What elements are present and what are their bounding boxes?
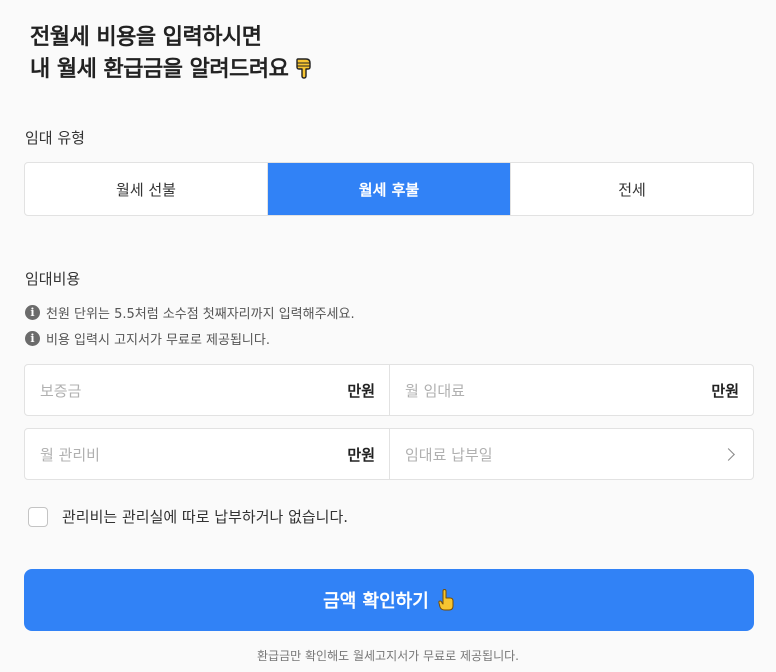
monthly-rent-placeholder: 월 임대료	[405, 381, 465, 400]
info-icon: i	[25, 305, 40, 320]
bill-provided-note-text: 비용 입력시 고지서가 무료로 제공됩니다.	[46, 333, 270, 348]
hand-pointing-down-icon	[296, 58, 312, 79]
headline-line-1: 전월세 비용을 입력하시면	[30, 25, 262, 50]
deposit-placeholder: 보증금	[40, 381, 82, 400]
decimal-input-note: i 천원 단위는 5.5처럼 소수점 첫째자리까지 입력해주세요.	[25, 303, 355, 322]
monthly-rent-field[interactable]: 월 임대료 만원	[389, 364, 754, 416]
check-amount-button-label: 금액 확인하기	[323, 591, 429, 612]
no-maintenance-fee-checkbox[interactable]: 관리비는 관리실에 따로 납부하거나 없습니다.	[28, 506, 348, 527]
chevron-right-icon	[722, 447, 735, 461]
refund-calculator-page: 전월세 비용을 입력하시면 내 월세 환급금을 알려드려요 임대 유형 월세 선…	[0, 0, 776, 672]
footer-note: 환급금만 확인해도 월세고지서가 무료로 제공됩니다.	[257, 649, 519, 663]
checkbox-box[interactable]	[28, 506, 48, 527]
rent-type-option-postpaid[interactable]: 월세 후불	[268, 163, 511, 215]
check-amount-button[interactable]: 금액 확인하기	[24, 569, 754, 631]
rent-type-selector: 월세 선불 월세 후불 전세	[24, 162, 754, 216]
hand-pointing-up-icon	[438, 589, 454, 611]
rent-type-option-prepaid[interactable]: 월세 선불	[25, 163, 268, 215]
bill-provided-note: i 비용 입력시 고지서가 무료로 제공됩니다.	[25, 329, 270, 348]
no-maintenance-fee-label: 관리비는 관리실에 따로 납부하거나 없습니다.	[62, 508, 349, 526]
payment-day-placeholder: 임대료 납부일	[405, 445, 493, 464]
deposit-field[interactable]: 보증금 만원	[24, 364, 390, 416]
rental-cost-label: 임대비용	[25, 270, 81, 288]
rent-type-option-jeonse[interactable]: 전세	[511, 163, 753, 215]
payment-day-select[interactable]: 임대료 납부일	[389, 428, 754, 480]
info-icon: i	[25, 331, 40, 346]
maintenance-fee-unit: 만원	[347, 445, 375, 464]
rent-type-label: 임대 유형	[25, 129, 85, 147]
deposit-unit: 만원	[347, 381, 375, 400]
maintenance-fee-placeholder: 월 관리비	[40, 445, 100, 464]
headline-line-2: 내 월세 환급금을 알려드려요	[30, 54, 314, 86]
monthly-rent-unit: 만원	[711, 381, 739, 400]
decimal-input-note-text: 천원 단위는 5.5처럼 소수점 첫째자리까지 입력해주세요.	[46, 307, 355, 322]
maintenance-fee-field[interactable]: 월 관리비 만원	[24, 428, 390, 480]
page-title: 전월세 비용을 입력하시면 내 월세 환급금을 알려드려요	[30, 22, 314, 86]
